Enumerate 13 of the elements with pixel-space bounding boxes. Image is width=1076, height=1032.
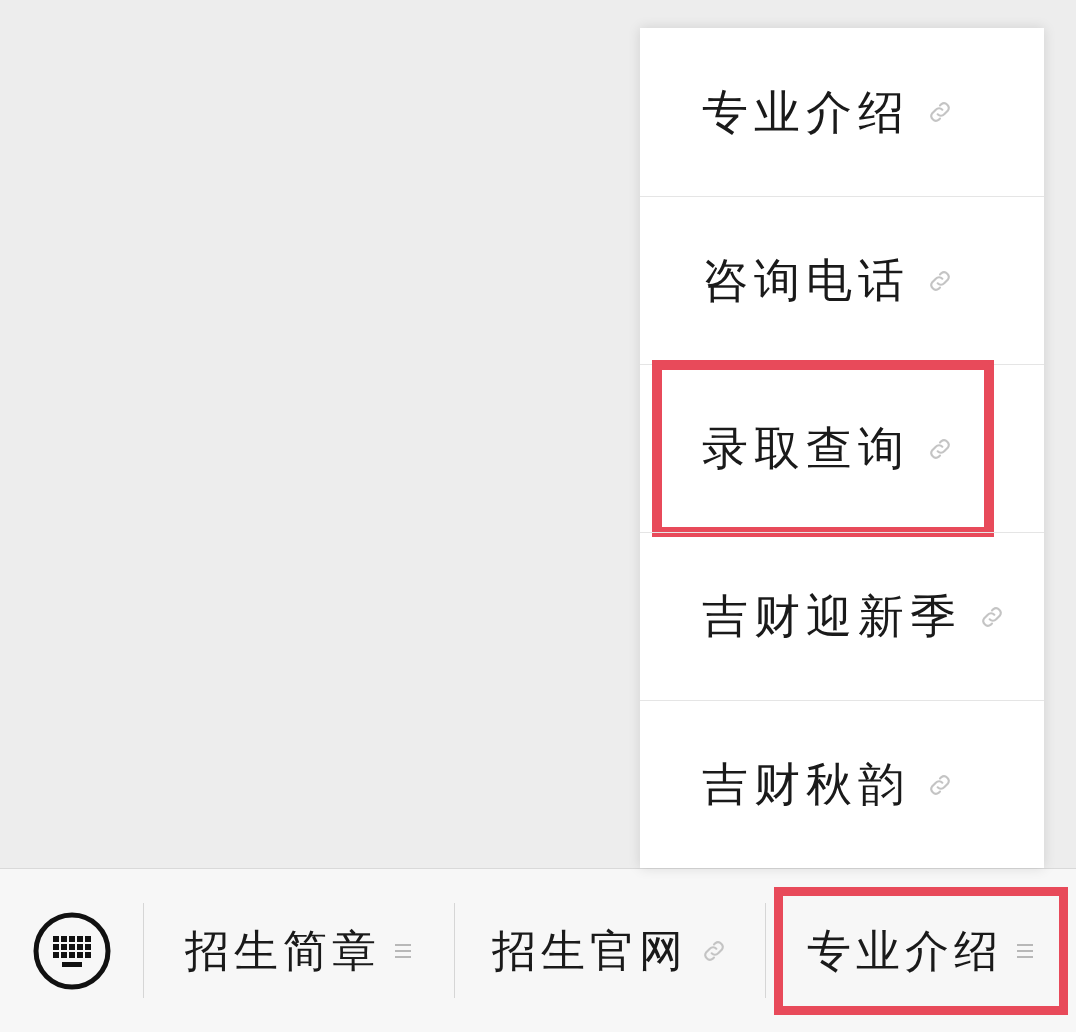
keyboard-icon[interactable] (31, 910, 112, 991)
menu-item-label: 吉财迎新季 (702, 588, 962, 645)
menu-item-label: 吉财秋韵 (702, 756, 910, 813)
menu-item-label: 专业介绍 (702, 83, 910, 141)
menu-tab-label: 专业介绍 (806, 923, 1003, 978)
menu-tab[interactable]: 招生官网 (458, 886, 761, 1015)
menu-tab-label: 招生官网 (491, 923, 688, 978)
menu-item[interactable]: 录取查询 (652, 360, 994, 537)
menu-tab[interactable]: 专业介绍 (773, 886, 1068, 1015)
menu-tab-label: 招生简章 (184, 923, 381, 978)
menu-item-label: 录取查询 (702, 420, 910, 477)
menu-item-label: 咨询电话 (702, 252, 910, 309)
menu-tab[interactable]: 招生简章 (151, 886, 446, 1015)
